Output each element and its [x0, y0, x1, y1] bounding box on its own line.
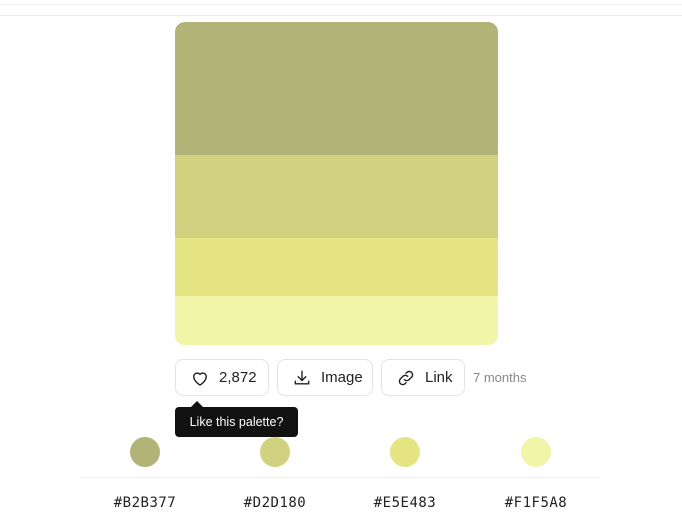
palette-card[interactable]: [175, 22, 498, 345]
download-icon: [294, 370, 310, 385]
color-hex-label[interactable]: #E5E483: [340, 495, 470, 511]
like-button[interactable]: 2,872: [175, 359, 269, 396]
palette-swatch[interactable]: [175, 155, 498, 238]
color-dot[interactable]: [521, 437, 551, 467]
like-tooltip: Like this palette?: [175, 401, 298, 437]
link-label: Link: [425, 369, 453, 386]
top-divider: [0, 4, 682, 5]
link-icon: [398, 370, 414, 385]
color-item[interactable]: #F1F5A8: [471, 437, 601, 511]
palette-actions: 2,872 Image Link 7 months: [175, 359, 526, 396]
color-hex-label[interactable]: #F1F5A8: [471, 495, 601, 511]
heart-icon: [193, 371, 207, 386]
color-dot[interactable]: [130, 437, 160, 467]
image-label: Image: [321, 369, 363, 386]
download-image-button[interactable]: Image: [277, 359, 373, 396]
like-count: 2,872: [219, 369, 257, 386]
color-item[interactable]: #E5E483: [340, 437, 470, 511]
copy-link-button[interactable]: Link: [381, 359, 465, 396]
color-dot[interactable]: [390, 437, 420, 467]
palette-swatch[interactable]: [175, 238, 498, 296]
color-item[interactable]: #B2B377: [80, 437, 210, 511]
palette-swatch[interactable]: [175, 296, 498, 345]
color-list: #B2B377 #D2D180 #E5E483 #F1F5A8: [80, 437, 600, 522]
tooltip-text: Like this palette?: [189, 415, 284, 429]
color-dot[interactable]: [260, 437, 290, 467]
color-item[interactable]: #D2D180: [210, 437, 340, 511]
time-ago: 7 months: [473, 370, 527, 385]
color-hex-label[interactable]: #D2D180: [210, 495, 340, 511]
header-divider: [0, 15, 682, 16]
palette-swatch[interactable]: [175, 22, 498, 155]
color-hex-label[interactable]: #B2B377: [80, 495, 210, 511]
